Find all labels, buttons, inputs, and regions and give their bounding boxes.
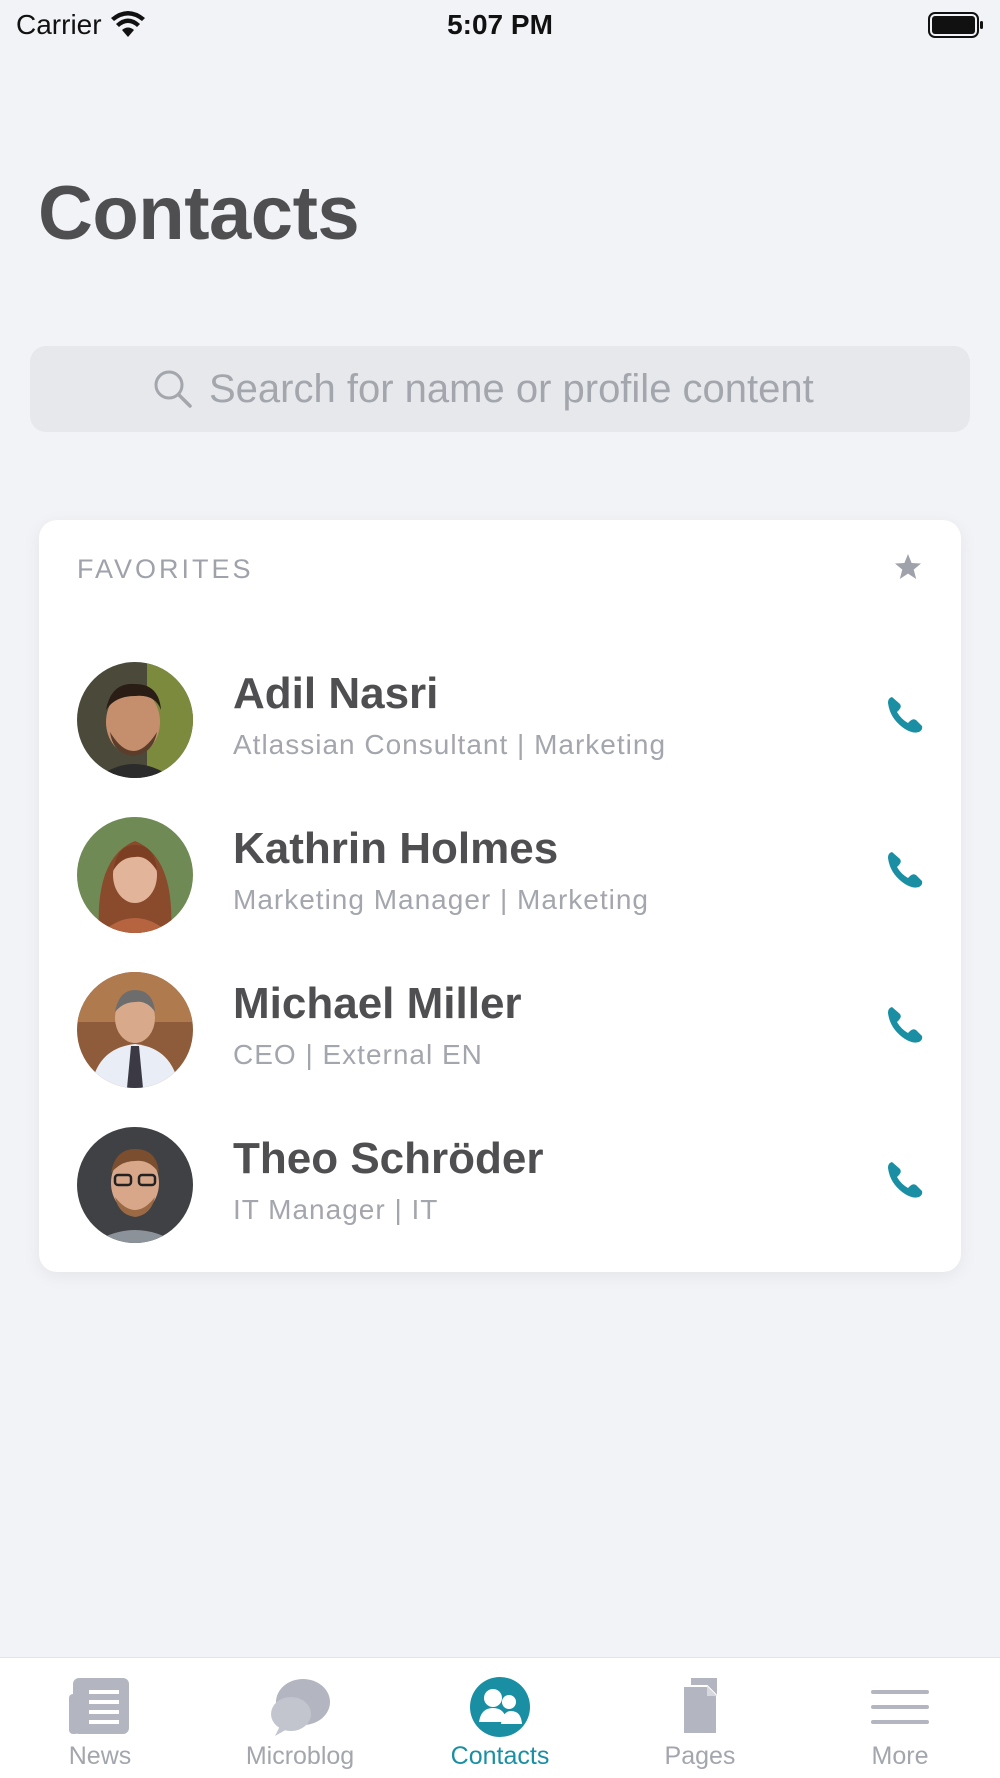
contact-name: Adil Nasri [233, 669, 439, 718]
contact-role: CEO | External EN [233, 1039, 483, 1070]
menu-icon [867, 1676, 933, 1738]
contact-role: Atlassian Consultant | Marketing [233, 729, 667, 760]
tab-label: More [871, 1742, 929, 1770]
contact-name: Theo Schröder [233, 1134, 544, 1183]
tab-label: Microblog [245, 1742, 355, 1770]
phone-icon [888, 852, 923, 888]
battery-icon [928, 12, 983, 38]
tab-more[interactable]: More [800, 1658, 1000, 1778]
pages-icon [667, 1676, 733, 1738]
phone-icon [888, 1162, 923, 1198]
contact-row[interactable]: Theo Schröder IT Manager | IT [39, 1118, 961, 1248]
tab-label: News [68, 1742, 132, 1770]
call-button[interactable] [883, 1003, 927, 1047]
search-input[interactable] [209, 366, 849, 412]
call-button[interactable] [883, 848, 927, 892]
tab-label: Pages [664, 1742, 736, 1770]
tab-bar: News Microblog Contacts Pages More [0, 1657, 1000, 1778]
contact-row[interactable]: Michael Miller CEO | External EN [39, 963, 961, 1093]
contact-role: IT Manager | IT [233, 1194, 439, 1225]
favorites-header: FAVORITES [77, 554, 254, 584]
avatar [77, 972, 193, 1088]
contact-row[interactable]: Adil Nasri Atlassian Consultant | Market… [39, 653, 961, 783]
call-button[interactable] [883, 693, 927, 737]
star-icon[interactable] [893, 552, 923, 582]
favorites-card: FAVORITES Adil Nasri Atlassian Consultan… [39, 520, 961, 1272]
tab-pages[interactable]: Pages [600, 1658, 800, 1778]
news-icon [67, 1676, 133, 1738]
phone-icon [888, 1007, 923, 1043]
phone-icon [888, 697, 923, 733]
contact-name: Michael Miller [233, 979, 522, 1028]
status-time: 5:07 PM [447, 9, 553, 40]
search-bar[interactable] [30, 346, 970, 432]
call-button[interactable] [883, 1158, 927, 1202]
tab-label: Contacts [450, 1742, 550, 1770]
tab-news[interactable]: News [0, 1658, 200, 1778]
status-bar: Carrier 5:07 PM [0, 0, 1000, 50]
avatar [77, 662, 193, 778]
search-icon [154, 370, 192, 408]
page-title: Contacts [38, 171, 360, 256]
contact-row[interactable]: Kathrin Holmes Marketing Manager | Marke… [39, 808, 961, 938]
tab-contacts[interactable]: Contacts [400, 1658, 600, 1778]
contact-name: Kathrin Holmes [233, 824, 559, 873]
contacts-icon [467, 1676, 533, 1738]
avatar [77, 1127, 193, 1243]
microblog-icon [267, 1676, 333, 1738]
avatar [77, 817, 193, 933]
tab-microblog[interactable]: Microblog [200, 1658, 400, 1778]
contact-role: Marketing Manager | Marketing [233, 884, 649, 915]
